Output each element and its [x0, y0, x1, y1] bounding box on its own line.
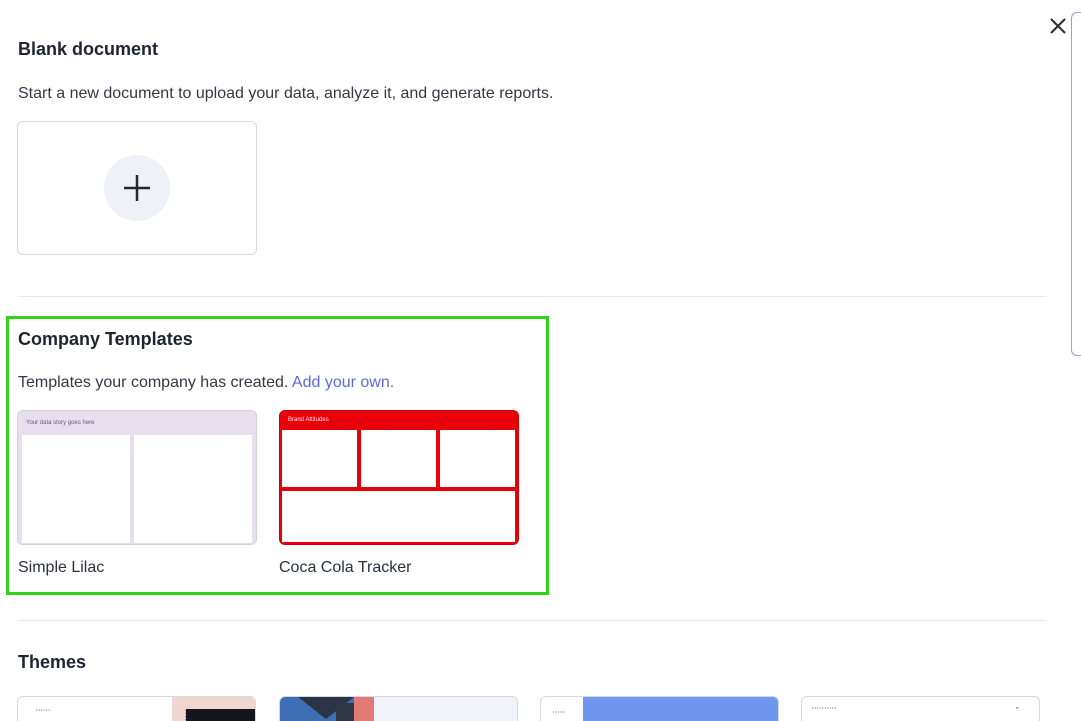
theme-preview-accent — [583, 697, 778, 721]
add-your-own-link[interactable]: Add your own. — [292, 374, 394, 391]
template-preview-panel — [282, 491, 515, 542]
template-card-coca-cola-tracker[interactable]: Brand Attitudes — [279, 410, 519, 545]
theme-card[interactable]: • • • • • • • • • • ▪▪ — [801, 696, 1040, 721]
themes-title: Themes — [18, 652, 87, 672]
scrollbar[interactable] — [1071, 12, 1081, 356]
company-templates-description: Templates your company has created. Add … — [18, 373, 394, 393]
template-preview-panel — [361, 430, 436, 487]
theme-preview-text: • • • • • — [553, 709, 565, 714]
add-document-button[interactable] — [104, 155, 170, 221]
template-preview-panel — [282, 430, 357, 487]
plus-icon — [124, 175, 150, 201]
theme-preview-image — [186, 709, 255, 721]
template-preview-header: Your data story goes here — [26, 420, 95, 426]
theme-preview-text: • • • • • • — [36, 707, 50, 712]
theme-card[interactable] — [279, 696, 518, 721]
company-templates-description-text: Templates your company has created. — [18, 374, 289, 391]
section-divider — [18, 620, 1046, 621]
theme-preview-mark: ▪▪ — [1016, 705, 1019, 710]
theme-preview-background — [374, 697, 517, 721]
theme-card[interactable]: • • • • • — [540, 696, 779, 721]
blank-document-card[interactable] — [17, 121, 257, 255]
theme-preview-text: • • • • • • • • • • — [812, 705, 837, 710]
template-preview-header: Brand Attitudes — [288, 417, 329, 423]
close-button[interactable] — [1047, 15, 1069, 37]
theme-preview-shape — [354, 697, 374, 721]
template-preview-panel — [22, 435, 130, 543]
section-divider — [18, 296, 1046, 297]
new-document-dialog: Blank document Start a new document to u… — [0, 0, 1081, 721]
template-preview-panel — [440, 430, 515, 487]
template-preview-panel — [134, 435, 252, 543]
template-name[interactable]: Coca Cola Tracker — [279, 558, 412, 578]
blank-document-description: Start a new document to upload your data… — [18, 85, 554, 102]
template-card-simple-lilac[interactable]: Your data story goes here — [17, 410, 257, 545]
template-name[interactable]: Simple Lilac — [18, 558, 104, 578]
close-icon — [1050, 18, 1066, 34]
blank-document-title: Blank document — [18, 39, 159, 59]
company-templates-title: Company Templates — [18, 329, 193, 349]
theme-card[interactable]: • • • • • • — [17, 696, 256, 721]
